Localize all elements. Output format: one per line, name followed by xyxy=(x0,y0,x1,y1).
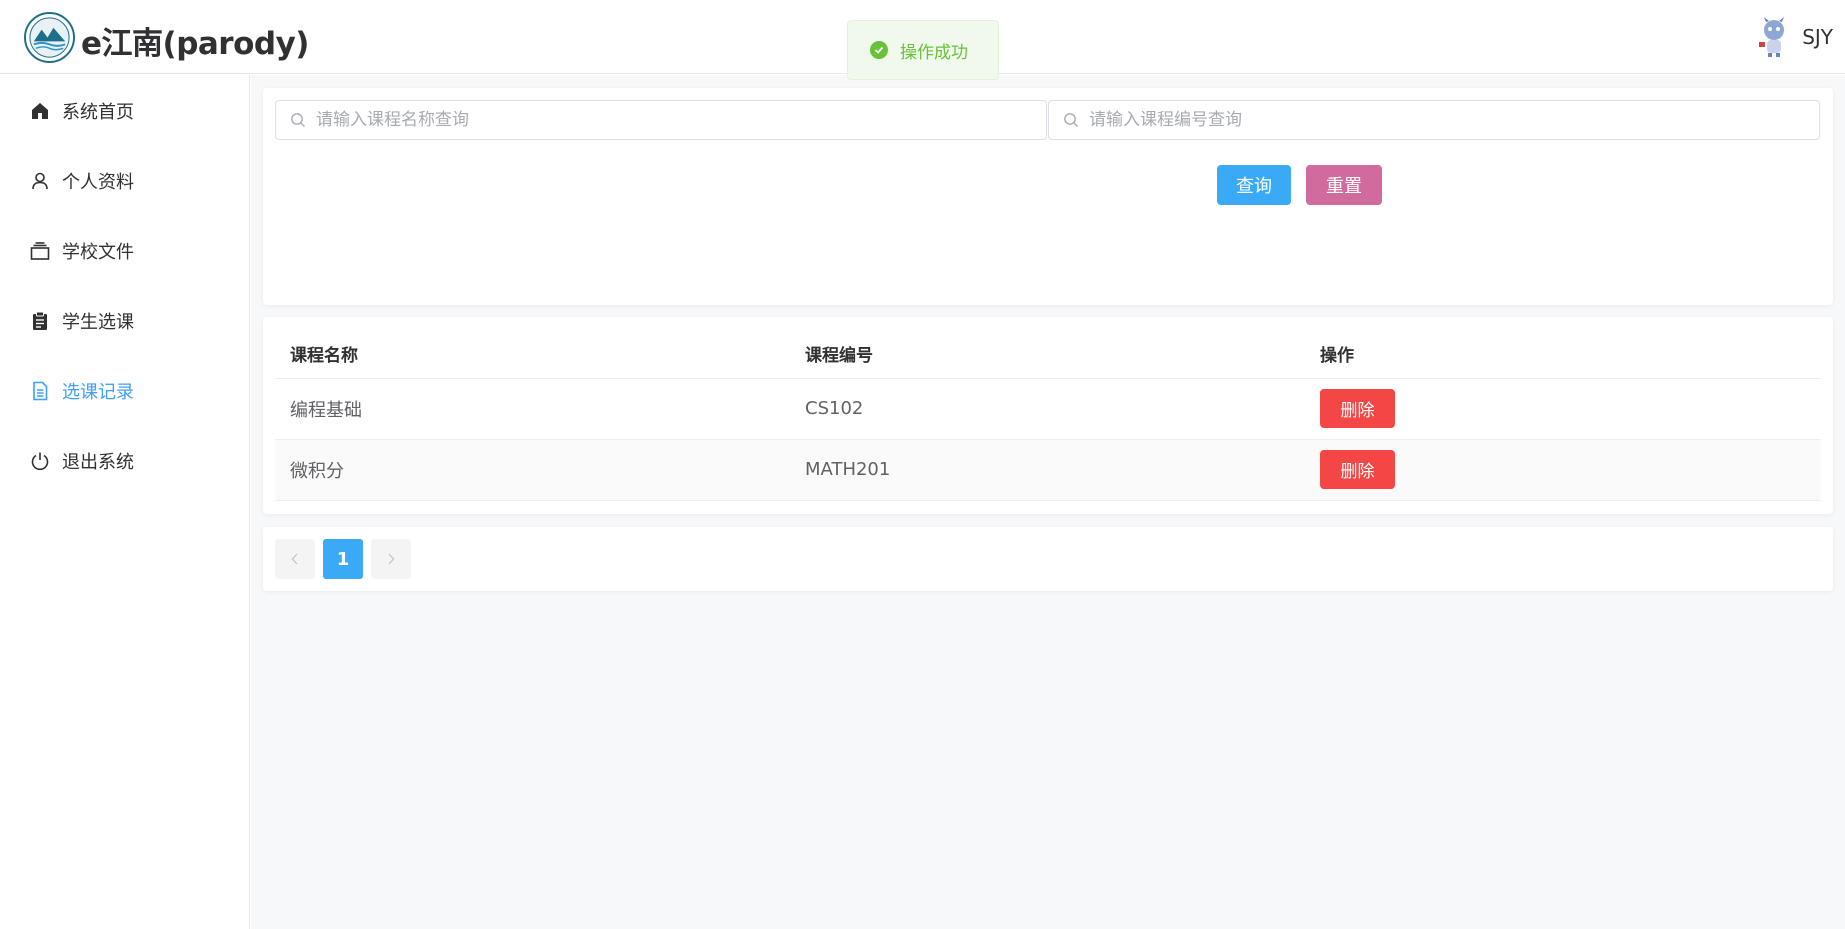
delete-button[interactable]: 删除 xyxy=(1320,389,1395,428)
toast-message: 操作成功 xyxy=(900,42,968,63)
success-check-icon xyxy=(870,41,888,59)
sidebar-item-label: 退出系统 xyxy=(62,452,134,473)
course-name-cell: 微积分 xyxy=(275,439,790,501)
table-row: 编程基础 CS102 删除 xyxy=(275,378,1821,440)
user-icon xyxy=(29,170,51,192)
success-toast: 操作成功 xyxy=(847,20,999,80)
user-name[interactable]: SJY xyxy=(1802,25,1833,49)
sidebar-item-label: 个人资料 xyxy=(62,172,134,193)
actions-cell: 删除 xyxy=(1305,378,1821,440)
course-name-cell: 编程基础 xyxy=(275,378,790,440)
sidebar-item-course-selection[interactable]: 学生选课 xyxy=(0,293,249,349)
sidebar-item-label: 学生选课 xyxy=(62,312,134,333)
document-icon xyxy=(29,380,51,402)
table-header-row: 课程名称 课程编号 操作 xyxy=(275,329,1821,379)
sidebar-item-profile[interactable]: 个人资料 xyxy=(0,153,249,209)
university-logo xyxy=(24,12,75,63)
app-title: e江南(parody) xyxy=(81,26,309,62)
sidebar: 系统首页 个人资料 学校文件 学生选课 选课记录 退出系统 xyxy=(0,75,250,929)
next-page-button[interactable] xyxy=(371,539,411,579)
chevron-right-icon xyxy=(388,553,395,565)
sidebar-item-label: 系统首页 xyxy=(62,102,134,123)
course-records-table-panel: 课程名称 课程编号 操作 编程基础 CS102 删除 微积分 MATH201 删… xyxy=(263,317,1833,514)
delete-button[interactable]: 删除 xyxy=(1320,450,1395,489)
course-name-search-input[interactable] xyxy=(316,110,997,130)
column-header-course-name: 课程名称 xyxy=(275,329,790,379)
pagination-panel: 1 xyxy=(263,527,1833,591)
course-code-cell: CS102 xyxy=(790,378,1305,440)
search-icon xyxy=(291,113,305,127)
sidebar-item-label: 学校文件 xyxy=(62,242,134,263)
page-number-button[interactable]: 1 xyxy=(323,539,363,579)
column-header-actions: 操作 xyxy=(1305,329,1821,379)
clipboard-icon xyxy=(29,310,51,332)
files-icon xyxy=(29,240,51,262)
pagination: 1 xyxy=(275,539,411,579)
sidebar-item-course-records[interactable]: 选课记录 xyxy=(0,363,249,419)
avatar[interactable] xyxy=(1756,16,1792,58)
power-icon xyxy=(29,450,51,472)
course-name-search-field[interactable] xyxy=(275,100,1047,140)
user-menu[interactable]: SJY xyxy=(1756,16,1833,58)
home-icon xyxy=(29,100,51,122)
course-code-search-field[interactable] xyxy=(1048,100,1820,140)
course-code-cell: MATH201 xyxy=(790,439,1305,501)
chevron-left-icon xyxy=(291,553,298,565)
column-header-course-code: 课程编号 xyxy=(790,329,1305,379)
prev-page-button[interactable] xyxy=(275,539,315,579)
sidebar-item-logout[interactable]: 退出系统 xyxy=(0,433,249,489)
table-row: 微积分 MATH201 删除 xyxy=(275,439,1821,501)
main-content: 查询 重置 课程名称 课程编号 操作 编程基础 CS102 删除 xyxy=(251,75,1845,929)
course-records-table: 课程名称 课程编号 操作 编程基础 CS102 删除 微积分 MATH201 删… xyxy=(275,329,1821,501)
search-panel: 查询 重置 xyxy=(263,88,1833,305)
sidebar-item-home[interactable]: 系统首页 xyxy=(0,83,249,139)
search-icon xyxy=(1064,113,1078,127)
actions-cell: 删除 xyxy=(1305,439,1821,501)
sidebar-item-files[interactable]: 学校文件 xyxy=(0,223,249,279)
query-button[interactable]: 查询 xyxy=(1217,165,1291,205)
sidebar-item-label: 选课记录 xyxy=(62,382,134,403)
course-code-search-input[interactable] xyxy=(1089,110,1770,130)
reset-button[interactable]: 重置 xyxy=(1306,165,1382,205)
